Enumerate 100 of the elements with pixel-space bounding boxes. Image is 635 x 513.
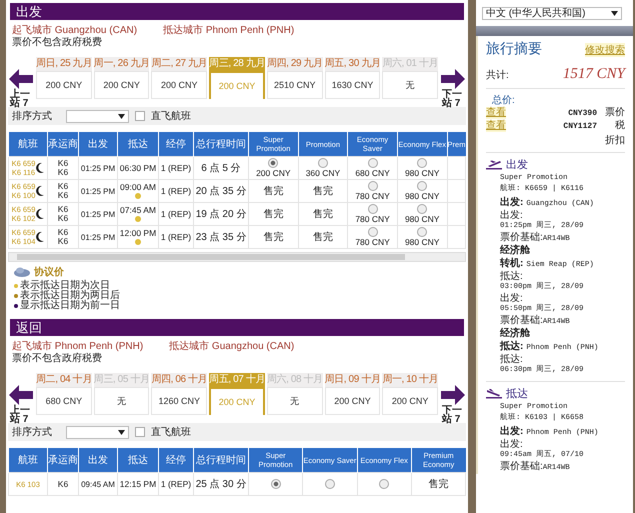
direct-flight-checkbox[interactable] [135, 111, 145, 121]
edit-search-link[interactable]: 修改搜索 [585, 43, 625, 57]
date-tab[interactable]: 周四, 29 九月 [266, 57, 323, 71]
date-tab[interactable]: 周四, 06 十月 [151, 373, 208, 387]
price-type: 票价 [605, 107, 625, 119]
sort-dropdown[interactable] [66, 426, 129, 438]
table-cell: K6 K6 [48, 202, 78, 226]
date-price: 200 CNY [209, 71, 265, 99]
table-cell: 1 (REP) [158, 180, 194, 202]
language-dropdown[interactable]: 中文 (中华人民共和国) [482, 6, 622, 20]
column-header: 出发 [78, 448, 118, 472]
fare-basis-label: 票价基础: [500, 232, 543, 243]
date-price: 200 CNY [209, 387, 265, 415]
next-day-dot-icon [135, 193, 141, 199]
radio-button[interactable] [368, 204, 378, 214]
next-link[interactable]: 下一站 7 [442, 90, 464, 108]
radio-button[interactable] [417, 158, 428, 168]
radio-button[interactable] [368, 181, 378, 191]
radio-button[interactable] [324, 478, 335, 488]
caret-icon [118, 114, 125, 118]
price-amount: CNY390 [567, 108, 598, 120]
table-cell: 售完 [248, 226, 298, 248]
fare-price: 980 CNY [404, 169, 440, 178]
caret-icon [118, 430, 125, 434]
legend-text: 表示抵达日期为两日后 [20, 291, 120, 301]
column-header: 抵达 [118, 448, 158, 472]
date-tab[interactable]: 周日, 09 十月 [324, 373, 380, 387]
caret-icon [611, 10, 618, 16]
date-price: 无 [266, 387, 323, 415]
horizontal-scrollbar[interactable] [8, 252, 466, 262]
previous-link[interactable]: 上一站 7 [10, 90, 32, 108]
date-tab[interactable]: 周三, 28 九月 [209, 57, 265, 71]
right-arrow-icon[interactable] [441, 69, 466, 89]
table-cell: 01:25 PM [78, 180, 118, 202]
column-header: 承运商 [48, 132, 78, 156]
date-tab[interactable]: 周日, 25 九月 [36, 57, 92, 71]
origin-city: 起飞城市 Phnom Penh (PNH) [12, 341, 144, 352]
section-title: 返回 [10, 319, 464, 336]
table-cell: 售完 [411, 472, 466, 496]
sort-dropdown[interactable] [66, 110, 129, 122]
fare-note: 票价不包含政府税费 [11, 353, 103, 365]
radio-button[interactable] [417, 181, 428, 191]
direct-flight-checkbox[interactable] [135, 427, 145, 437]
left-arrow-icon[interactable] [9, 385, 33, 405]
cabin-class: 经济舱 [500, 245, 530, 256]
table-cell: K6 K6 [48, 226, 78, 248]
radio-button[interactable] [268, 158, 278, 168]
radio-button[interactable] [318, 158, 328, 168]
section-title: 出发 [10, 3, 464, 20]
table-cell: 09:45 AM [78, 472, 118, 496]
date-tab[interactable]: 周一, 10 十月 [382, 373, 438, 387]
left-arrow-icon[interactable] [9, 69, 33, 89]
view-link[interactable]: 查看 [486, 120, 506, 132]
radio-button[interactable] [368, 158, 378, 168]
place-label: 出发: [500, 426, 524, 437]
time-label: 抵达: [500, 271, 524, 282]
arrival-time: 09:00 AM [119, 183, 157, 192]
date-price: 200 CNY [382, 387, 438, 415]
language-value: 中文 (中华人民共和国) [486, 6, 586, 20]
sort-label: 排序方式 [12, 426, 52, 439]
origin-city: 起飞城市 Guangzhou (CAN) [12, 25, 138, 36]
view-link[interactable]: 查看 [486, 107, 506, 119]
date-price: 无 [94, 387, 150, 415]
direct-flight-label: 直飞航班 [151, 110, 191, 123]
date-tab[interactable]: 周二, 04 十月 [36, 373, 92, 387]
date-tab[interactable]: 周二, 27 九月 [151, 57, 208, 71]
date-price: 无 [382, 71, 438, 99]
total-label: 共计: [486, 68, 509, 82]
radio-button[interactable] [417, 204, 428, 214]
date-tab[interactable]: 周五, 07 十月 [209, 373, 265, 387]
radio-button[interactable] [379, 478, 390, 488]
sort-label: 排序方式 [12, 110, 52, 123]
fare-price: 980 CNY [404, 238, 440, 247]
column-header: 总行程时间 [194, 448, 248, 472]
right-arrow-icon[interactable] [441, 385, 466, 405]
direct-flight-label: 直飞航班 [151, 426, 191, 439]
radio-button[interactable] [270, 478, 281, 488]
column-header: 航班 [8, 132, 48, 156]
date-price: 1630 CNY [324, 71, 380, 99]
table-cell: 售完 [248, 202, 298, 226]
table-cell: 19 点 20 分 [194, 202, 248, 226]
date-tab[interactable]: 周五, 30 九月 [324, 57, 380, 71]
next-day-dot-icon [135, 239, 141, 245]
table-cell: K6 K6 [48, 180, 78, 202]
fare-basis-label: 票价基础: [500, 461, 543, 472]
next-day-dot-icon [135, 216, 141, 222]
table-cell: 01:25 PM [78, 202, 118, 226]
radio-button[interactable] [417, 227, 428, 237]
date-tab[interactable]: 周一, 26 九月 [94, 57, 150, 71]
date-price: 200 CNY [36, 71, 92, 99]
previous-link[interactable]: 上一站 7 [10, 406, 32, 424]
next-link[interactable]: 下一站 7 [442, 406, 464, 424]
time-label: 出发: [500, 293, 524, 304]
radio-button[interactable] [368, 227, 378, 237]
table-cell: K6 K6 [48, 156, 78, 180]
time-label: 出发: [500, 439, 524, 450]
arrival-time: 07:45 AM [119, 206, 157, 215]
place-label: 转机: [500, 258, 524, 269]
time-label: 出发: [500, 210, 524, 221]
place-label: 出发: [500, 197, 524, 208]
